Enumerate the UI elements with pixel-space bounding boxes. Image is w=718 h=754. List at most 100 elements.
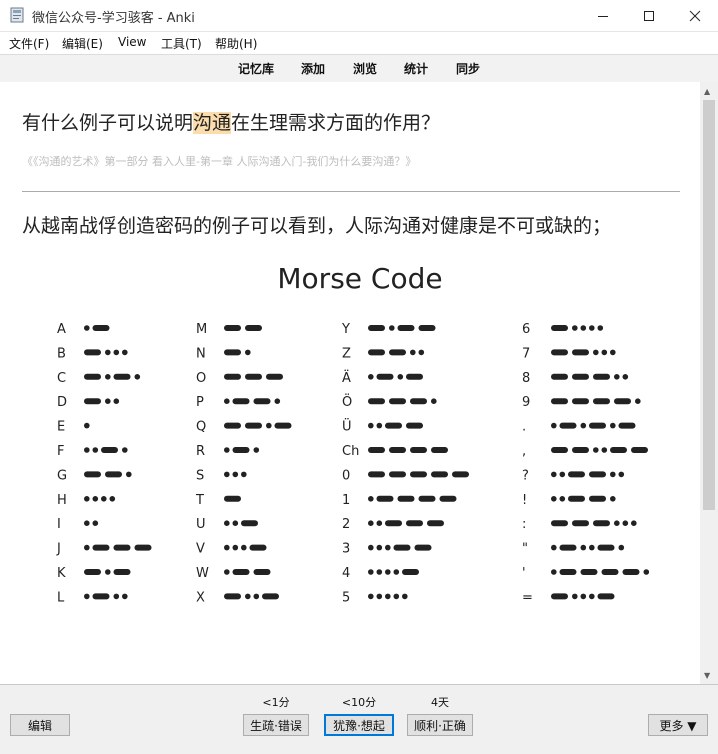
answer-hard-button[interactable]: 犹豫·想起 <box>324 714 394 736</box>
morse-dot <box>253 593 260 600</box>
morse-letter: V <box>196 542 205 557</box>
morse-dot <box>84 447 90 453</box>
menu-view[interactable]: View <box>118 35 146 49</box>
morse-dash <box>618 422 636 429</box>
morse-code-symbols <box>224 349 251 356</box>
more-button[interactable]: 更多 ▼ <box>648 714 708 736</box>
morse-letter: B <box>57 346 66 361</box>
morse-dot <box>410 349 416 356</box>
morse-dot <box>610 349 616 356</box>
morse-dash <box>232 447 250 453</box>
morse-dash <box>551 398 568 405</box>
morse-dot <box>134 374 141 380</box>
toolbar-add[interactable]: 添加 <box>301 60 325 77</box>
morse-dot <box>266 422 272 429</box>
morse-code-image: Morse Code ABCDEFGHIJKL MNOPQRSTUVWX YZÄÖÜ… <box>56 262 650 605</box>
answer-again-button[interactable]: 生疏·错误 <box>243 714 309 736</box>
morse-dot <box>92 520 99 526</box>
morse-dash <box>593 373 610 380</box>
answer-good-button[interactable]: 顺利·正确 <box>407 714 473 736</box>
morse-code-symbols <box>551 325 604 331</box>
morse-dot <box>376 569 383 575</box>
morse-letter: Y <box>341 322 350 337</box>
maximize-button[interactable] <box>626 0 672 31</box>
toolbar-browse[interactable]: 浏览 <box>353 60 377 77</box>
interval-hard: <10分 <box>341 696 377 709</box>
close-button[interactable] <box>672 0 718 31</box>
morse-dash <box>266 373 283 380</box>
morse-dash <box>232 569 250 575</box>
scroll-up-icon[interactable]: ▲ <box>704 87 710 96</box>
morse-dash <box>597 593 615 600</box>
morse-letter: D <box>57 395 67 410</box>
morse-dot <box>610 422 616 429</box>
morse-code-symbols <box>368 447 448 453</box>
morse-dash <box>410 398 427 405</box>
morse-letter: ' <box>522 566 526 581</box>
morse-code-symbols <box>551 373 629 380</box>
menu-help[interactable]: 帮助(H) <box>215 35 257 52</box>
morse-dot <box>589 544 595 551</box>
morse-code-symbols <box>551 495 616 502</box>
morse-dot <box>393 593 400 600</box>
morse-dash <box>262 593 279 600</box>
morse-dash <box>610 447 627 453</box>
morse-dot <box>224 569 230 575</box>
morse-code-symbols <box>84 496 116 502</box>
morse-dash <box>551 520 568 527</box>
morse-dot <box>109 496 116 502</box>
morse-dash <box>92 325 110 331</box>
morse-dash <box>568 495 585 502</box>
minimize-button[interactable] <box>580 0 626 31</box>
title-bar: 微信公众号-学习骇客 - Anki <box>0 0 718 32</box>
menu-tools[interactable]: 工具(T) <box>161 35 202 52</box>
morse-code-symbols <box>84 349 128 356</box>
morse-dot <box>122 447 128 453</box>
morse-letter: P <box>196 395 204 410</box>
morse-dash <box>397 325 415 331</box>
morse-dash <box>253 569 271 575</box>
morse-letter: F <box>57 444 64 459</box>
morse-dot <box>245 593 251 600</box>
morse-code-symbols <box>84 325 110 331</box>
morse-letter: Z <box>342 346 351 361</box>
morse-dot <box>393 569 400 575</box>
morse-dash <box>427 520 444 527</box>
toolbar-stats[interactable]: 统计 <box>404 60 428 77</box>
morse-dot <box>593 349 599 356</box>
question-text-before: 有什么例子可以说明 <box>22 112 194 134</box>
scrollbar-thumb[interactable] <box>703 100 715 510</box>
morse-code-symbols <box>551 569 650 575</box>
morse-dot <box>580 544 587 551</box>
morse-dot <box>84 496 90 502</box>
morse-dash <box>105 471 122 478</box>
morse-dash <box>551 325 568 331</box>
menu-file[interactable]: 文件(F) <box>9 35 49 52</box>
morse-dash <box>241 520 258 527</box>
morse-code-symbols <box>84 422 90 429</box>
toolbar-sync[interactable]: 同步 <box>456 60 480 77</box>
morse-dash <box>572 349 589 356</box>
morse-dot <box>589 325 595 331</box>
maximize-icon <box>644 10 654 21</box>
morse-dash <box>410 471 427 478</box>
morse-dot <box>84 325 90 331</box>
morse-dot <box>84 593 90 600</box>
morse-code-symbols <box>551 447 648 453</box>
morse-letter: 1 <box>342 493 350 508</box>
morse-dot <box>105 398 111 404</box>
scroll-down-icon[interactable]: ▼ <box>704 671 710 680</box>
morse-dash <box>368 325 385 331</box>
edit-button[interactable]: 编辑 <box>10 714 70 736</box>
morse-code-symbols <box>224 569 271 575</box>
morse-dash <box>389 349 406 356</box>
morse-dot <box>105 569 111 575</box>
morse-dot <box>105 349 111 356</box>
toolbar-decks[interactable]: 记忆库 <box>238 60 274 77</box>
morse-dash <box>393 544 411 551</box>
morse-dot <box>232 471 239 478</box>
menu-edit[interactable]: 编辑(E) <box>62 35 103 52</box>
morse-letter: I <box>57 517 61 532</box>
morse-dash <box>389 471 406 478</box>
morse-dash <box>224 325 241 331</box>
